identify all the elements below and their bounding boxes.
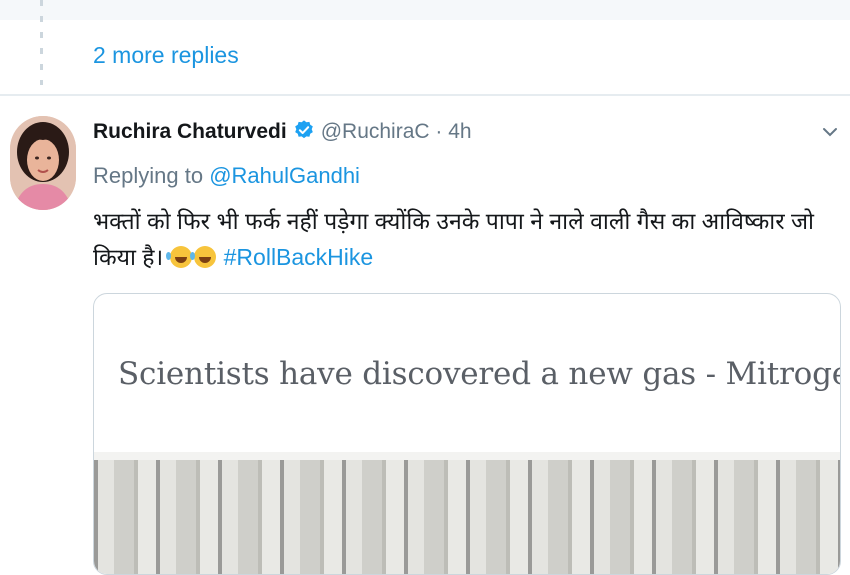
verified-badge-icon xyxy=(293,119,315,147)
tweet-divider xyxy=(0,94,850,96)
media-photo-edge xyxy=(94,452,840,460)
tweet-text: भक्तों को फिर भी फर्क नहीं पड़ेगा क्योंक… xyxy=(93,203,838,275)
media-photo xyxy=(94,452,840,574)
replying-prefix: Replying to xyxy=(93,163,210,188)
replying-to: Replying to @RahulGandhi xyxy=(93,163,360,189)
tweet-header: Ruchira Chaturvedi @RuchiraC · 4h xyxy=(93,119,472,147)
author-handle-time: @RuchiraC · 4h xyxy=(320,120,472,143)
previous-tweet-area xyxy=(0,0,850,20)
media-headline: Scientists have discovered a new gas - M… xyxy=(118,356,841,392)
avatar[interactable] xyxy=(10,116,76,210)
laughing-emoji-icon xyxy=(165,246,192,268)
more-replies-link[interactable]: 2 more replies xyxy=(93,42,239,69)
laughing-emoji-icon xyxy=(189,246,216,268)
thread-connector-line xyxy=(40,0,43,85)
tweet-media-card[interactable]: Scientists have discovered a new gas - M… xyxy=(93,293,841,575)
author-name[interactable]: Ruchira Chaturvedi xyxy=(93,120,287,143)
hashtag-link[interactable]: #RollBackHike xyxy=(224,244,374,270)
chevron-down-icon[interactable] xyxy=(820,122,840,142)
avatar-image xyxy=(10,116,76,210)
replying-mention-link[interactable]: @RahulGandhi xyxy=(209,163,360,188)
